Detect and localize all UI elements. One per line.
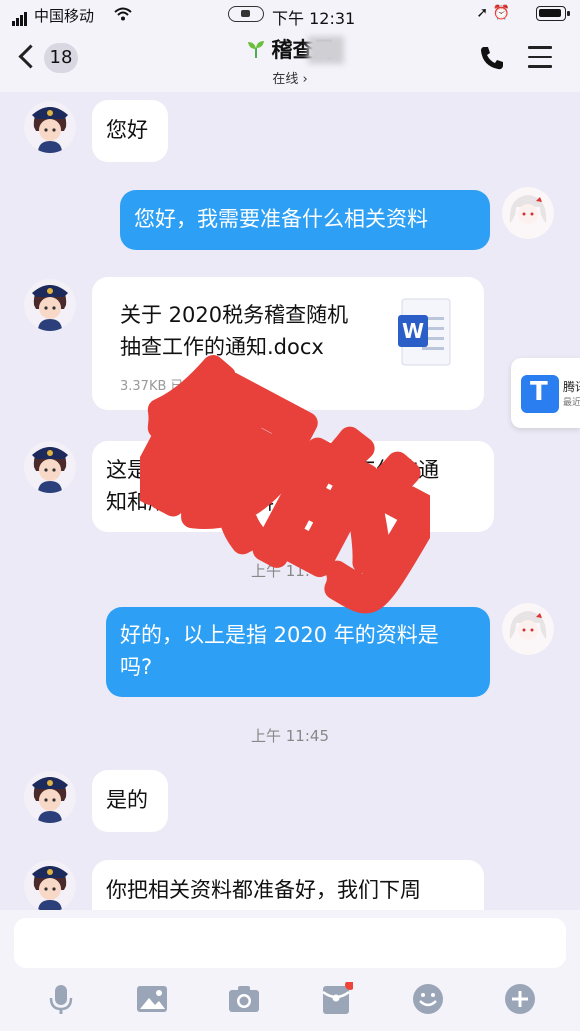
avatar-police[interactable] <box>24 101 76 153</box>
avatar-self[interactable] <box>502 187 554 239</box>
avatar-police[interactable] <box>24 279 76 331</box>
rotation-lock-icon <box>228 6 264 22</box>
input-bar <box>0 910 580 1031</box>
message-bubble-outgoing[interactable]: 您好，我需要准备什么相关资料 <box>120 190 490 250</box>
carrier-name: 中国移动 <box>34 7 95 25</box>
message-bubble-outgoing[interactable]: 好的，以上是指 2020 年的资料是 吗? <box>106 607 490 697</box>
message-bubble[interactable]: 你把相关资料都准备好，我们下周 <box>92 860 484 910</box>
emoji-icon[interactable] <box>411 982 445 1016</box>
avatar-police[interactable] <box>24 441 76 493</box>
wifi-icon <box>114 7 132 21</box>
word-document-icon: W <box>398 298 451 366</box>
avatar-self[interactable] <box>502 603 554 655</box>
blurred-name <box>308 36 344 64</box>
message-text-line: 好的，以上是指 2020 年的资料是 <box>120 623 439 647</box>
message-input[interactable] <box>14 918 566 968</box>
floating-side-panel[interactable]: T 腾讯 最近 <box>511 358 580 428</box>
message-text: 你把相关资料都准备好，我们下周 <box>106 878 421 902</box>
message-text-line: 知和所需相关资料 <box>106 490 274 514</box>
clock: 下午 12:31 <box>272 9 356 28</box>
file-name: 关于 2020税务稽查随机 抽查工作的通知.docx <box>120 303 349 359</box>
avatar-police[interactable] <box>24 860 76 910</box>
back-button[interactable]: 18 <box>18 40 82 78</box>
signal-icon <box>12 8 28 26</box>
message-text: 是的 <box>106 788 148 812</box>
chat-title-area[interactable]: 稽查局 在线 › <box>190 34 390 87</box>
svg-text:W: W <box>402 319 424 343</box>
phone-icon[interactable] <box>478 44 506 72</box>
tencent-docs-icon: T <box>521 375 559 413</box>
microphone-icon[interactable] <box>44 982 78 1016</box>
side-panel-subtitle: 最近 <box>563 398 580 408</box>
online-status[interactable]: 在线 › <box>190 68 390 87</box>
battery-icon <box>536 6 570 21</box>
chat-header: 18 稽查局 在线 › <box>0 28 580 92</box>
plus-icon[interactable] <box>503 982 537 1016</box>
chevron-left-icon <box>18 44 43 69</box>
side-panel-title: 腾讯 <box>563 380 580 394</box>
status-bar: 中国移动 下午 12:31 ➚ ⏰ <box>0 0 580 28</box>
message-bubble[interactable]: 是的 <box>92 770 168 832</box>
message-text: 您好，我需要准备什么相关资料 <box>134 207 428 231</box>
unread-badge: 18 <box>44 43 78 73</box>
timestamp: 上午 11:40 <box>251 562 329 580</box>
avatar-police[interactable] <box>24 771 76 823</box>
message-text-line: 这是关于 2020年税务稽查工作的通 <box>106 458 440 482</box>
message-text: 您好 <box>106 118 148 142</box>
file-size: 3.37KB 已下载 <box>120 379 210 394</box>
sprout-icon <box>247 41 264 58</box>
chat-area[interactable]: 您好 您好，我需要准备什么相关资料 关于 2020税务稽查随机 抽查工作的通知.d… <box>0 92 580 910</box>
timestamp: 上午 11:45 <box>251 727 329 745</box>
location-alarm-icon: ➚ ⏰ <box>476 5 510 21</box>
camera-icon[interactable] <box>227 982 261 1016</box>
message-bubble[interactable]: 这是关于 2020年税务稽查工作的通 知和所需相关资料 <box>92 441 494 532</box>
menu-icon[interactable] <box>528 46 552 68</box>
red-packet-icon[interactable] <box>319 982 353 1016</box>
image-icon[interactable] <box>135 982 169 1016</box>
file-message-card[interactable]: 关于 2020税务稽查随机 抽查工作的通知.docx 3.37KB 已下载 W <box>92 277 484 410</box>
message-bubble[interactable]: 您好 <box>92 100 168 162</box>
message-text-line: 吗? <box>120 655 153 679</box>
